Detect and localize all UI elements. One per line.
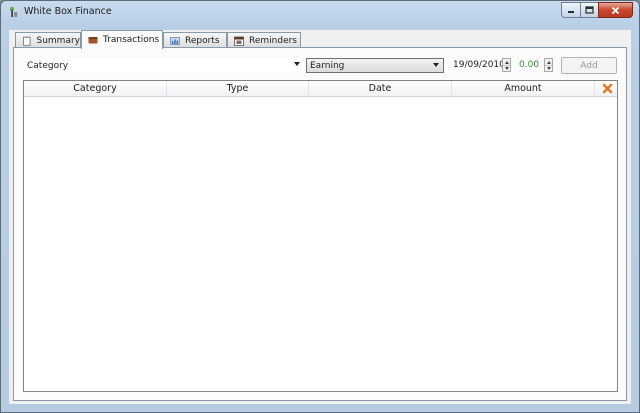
- window-client-area: Summary Transactions Reports Reminders C…: [9, 30, 631, 404]
- chart-icon: [170, 36, 180, 45]
- title-bar[interactable]: White Box Finance: [1, 1, 639, 23]
- clipboard-icon: [23, 36, 31, 46]
- column-header-amount[interactable]: Amount: [452, 81, 595, 96]
- tab-reminders[interactable]: Reminders: [227, 32, 301, 48]
- spin-up-icon: [546, 60, 551, 64]
- spin-down-icon: [546, 66, 551, 70]
- chevron-down-icon: [294, 62, 300, 66]
- maximize-button[interactable]: [580, 2, 598, 18]
- maximize-icon: [585, 6, 594, 14]
- window-title: White Box Finance: [24, 6, 112, 17]
- calendar-icon: [234, 36, 244, 46]
- app-icon: [9, 6, 18, 17]
- tab-transactions[interactable]: Transactions: [81, 30, 163, 49]
- table-body[interactable]: [24, 97, 617, 391]
- amount-field[interactable]: 0.00: [519, 58, 539, 73]
- delete-column-button[interactable]: [597, 81, 617, 96]
- type-select-value: Earning: [310, 60, 345, 71]
- tab-reports-label: Reports: [185, 35, 220, 46]
- minimize-icon: [568, 11, 574, 13]
- add-button[interactable]: Add: [561, 57, 617, 74]
- close-button[interactable]: [598, 2, 633, 18]
- date-field[interactable]: 19/09/2010: [453, 58, 505, 73]
- tab-reminders-label: Reminders: [249, 35, 297, 46]
- column-header-category[interactable]: Category: [24, 81, 167, 96]
- tab-reports[interactable]: Reports: [163, 32, 227, 48]
- wallet-icon: [88, 37, 98, 44]
- chevron-down-icon: [433, 63, 439, 67]
- close-icon: [611, 6, 620, 14]
- spin-down-icon: [504, 66, 509, 70]
- category-select-value: Category: [27, 60, 69, 71]
- table-header: Category Type Date Amount: [24, 81, 617, 97]
- column-header-type[interactable]: Type: [167, 81, 309, 96]
- spin-up-icon: [504, 60, 509, 64]
- minimize-button[interactable]: [561, 2, 580, 18]
- type-select[interactable]: Earning: [306, 58, 444, 73]
- amount-spinner[interactable]: [544, 58, 553, 72]
- tab-summary[interactable]: Summary: [15, 32, 81, 48]
- transactions-panel: Category Earning 19/09/2010 0.00 Add Cat…: [13, 47, 627, 401]
- column-header-date[interactable]: Date: [309, 81, 452, 96]
- delete-icon: [602, 83, 612, 94]
- tab-transactions-label: Transactions: [103, 35, 160, 45]
- main-window: White Box Finance Summary Transactions R…: [0, 0, 640, 413]
- category-select[interactable]: Category: [24, 58, 304, 73]
- date-spinner[interactable]: [502, 58, 511, 72]
- tab-summary-label: Summary: [36, 35, 81, 46]
- transactions-table[interactable]: Category Type Date Amount: [23, 80, 618, 392]
